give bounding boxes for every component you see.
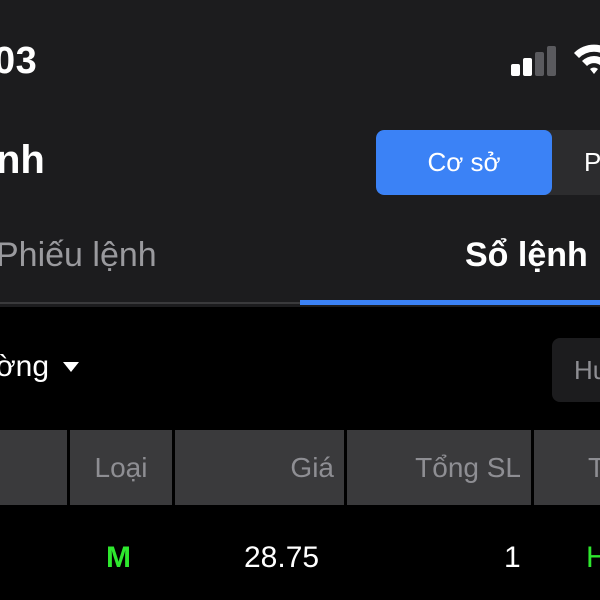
caret-down-icon: [63, 362, 80, 372]
cellular-signal-icon: [511, 44, 559, 76]
column-header-price: Giá: [175, 430, 344, 505]
column-header-select: [0, 430, 67, 505]
market-segment-control: Cơ sở P: [376, 130, 600, 195]
segment-co-so-button[interactable]: Cơ sở: [376, 130, 552, 195]
cancel-orders-label: Hu: [574, 354, 600, 385]
table-row[interactable]: M 28.75 1 H: [0, 505, 600, 600]
filter-dropdown-label: ờng: [0, 350, 50, 383]
order-quantity-cell: 1: [504, 541, 521, 574]
cancel-orders-button[interactable]: Hu: [552, 338, 600, 402]
column-header-total-qty: Tổng SL: [347, 430, 531, 505]
order-filter-dropdown[interactable]: ờng: [0, 350, 80, 384]
order-type-cell: M: [106, 541, 131, 574]
status-time: 03: [0, 40, 38, 82]
order-status-cell: H: [586, 541, 600, 574]
order-book-screen: 03 nh Cơ sở P Phiếu lệnh Sổ lệnh ờng Hu …: [0, 0, 600, 600]
table-header: Loại Giá Tổng SL T: [0, 430, 600, 505]
tab-so-lenh[interactable]: Sổ lệnh: [465, 236, 588, 275]
column-header-status: T: [534, 430, 600, 505]
top-panel: 03 nh Cơ sở P Phiếu lệnh Sổ lệnh: [0, 0, 600, 307]
segment-other-button[interactable]: P: [584, 130, 600, 195]
order-price-cell: 28.75: [244, 541, 320, 574]
page-title: nh: [0, 138, 45, 182]
tab-phieu-lenh[interactable]: Phiếu lệnh: [0, 236, 157, 275]
active-tab-indicator: [300, 300, 600, 305]
tab-divider: [0, 302, 300, 304]
wifi-icon: [574, 44, 600, 74]
column-header-type: Loại: [70, 430, 172, 505]
